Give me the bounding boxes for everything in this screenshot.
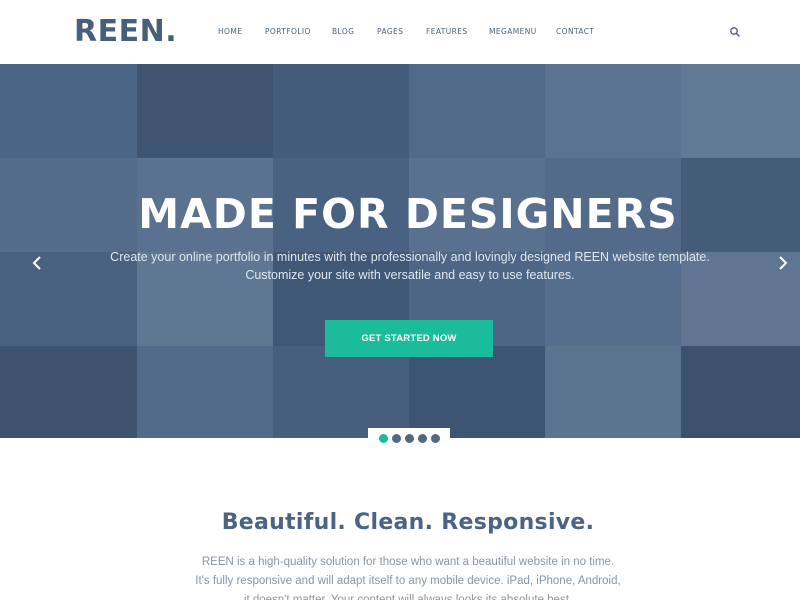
slider-pagination xyxy=(368,428,450,446)
search-icon[interactable] xyxy=(729,26,741,38)
nav-item-contact[interactable]: CONTACT xyxy=(556,25,616,39)
chevron-right-icon[interactable] xyxy=(776,254,790,272)
hero-title: MADE FOR DESIGNERS xyxy=(138,190,678,238)
slider-dot[interactable] xyxy=(391,433,401,443)
hero-slider: MADE FOR DESIGNERS Create your online po… xyxy=(0,64,800,438)
site-logo[interactable]: REEN. xyxy=(74,15,177,49)
slider-dot[interactable] xyxy=(404,433,414,443)
get-started-button[interactable]: GET STARTED NOW xyxy=(325,320,493,357)
site-header: REEN. HOME PORTFOLIO BLOG PAGES FEATURES… xyxy=(0,0,800,64)
intro-text-line: REEN is a high-quality solution for thos… xyxy=(201,556,615,568)
main-nav: HOME PORTFOLIO BLOG PAGES FEATURES MEGAM… xyxy=(218,25,616,39)
slider-dot[interactable] xyxy=(430,433,440,443)
intro-text-line: It's fully responsive and will adapt its… xyxy=(195,575,621,587)
intro-text: REEN is a high-quality solution for thos… xyxy=(160,553,656,600)
intro-title: Beautiful. Clean. Responsive. xyxy=(221,510,595,535)
intro-text-line: it doesn't matter. Your content will alw… xyxy=(243,594,573,600)
hero-subtitle-line: Create your online portfolio in minutes … xyxy=(110,250,710,264)
slider-dot[interactable] xyxy=(417,433,427,443)
nav-item-pages[interactable]: PAGES xyxy=(377,25,426,39)
nav-item-features[interactable]: FEATURES xyxy=(426,25,489,39)
slider-dot[interactable] xyxy=(378,433,388,443)
nav-item-portfolio[interactable]: PORTFOLIO xyxy=(265,25,332,39)
chevron-left-icon[interactable] xyxy=(30,254,44,272)
nav-item-home[interactable]: HOME xyxy=(218,25,265,39)
hero-subtitle: Create your online portfolio in minutes … xyxy=(60,248,760,284)
nav-item-megamenu[interactable]: MEGAMENU xyxy=(489,25,556,39)
nav-item-blog[interactable]: BLOG xyxy=(332,25,377,39)
hero-subtitle-line: Customize your site with versatile and e… xyxy=(245,268,575,282)
